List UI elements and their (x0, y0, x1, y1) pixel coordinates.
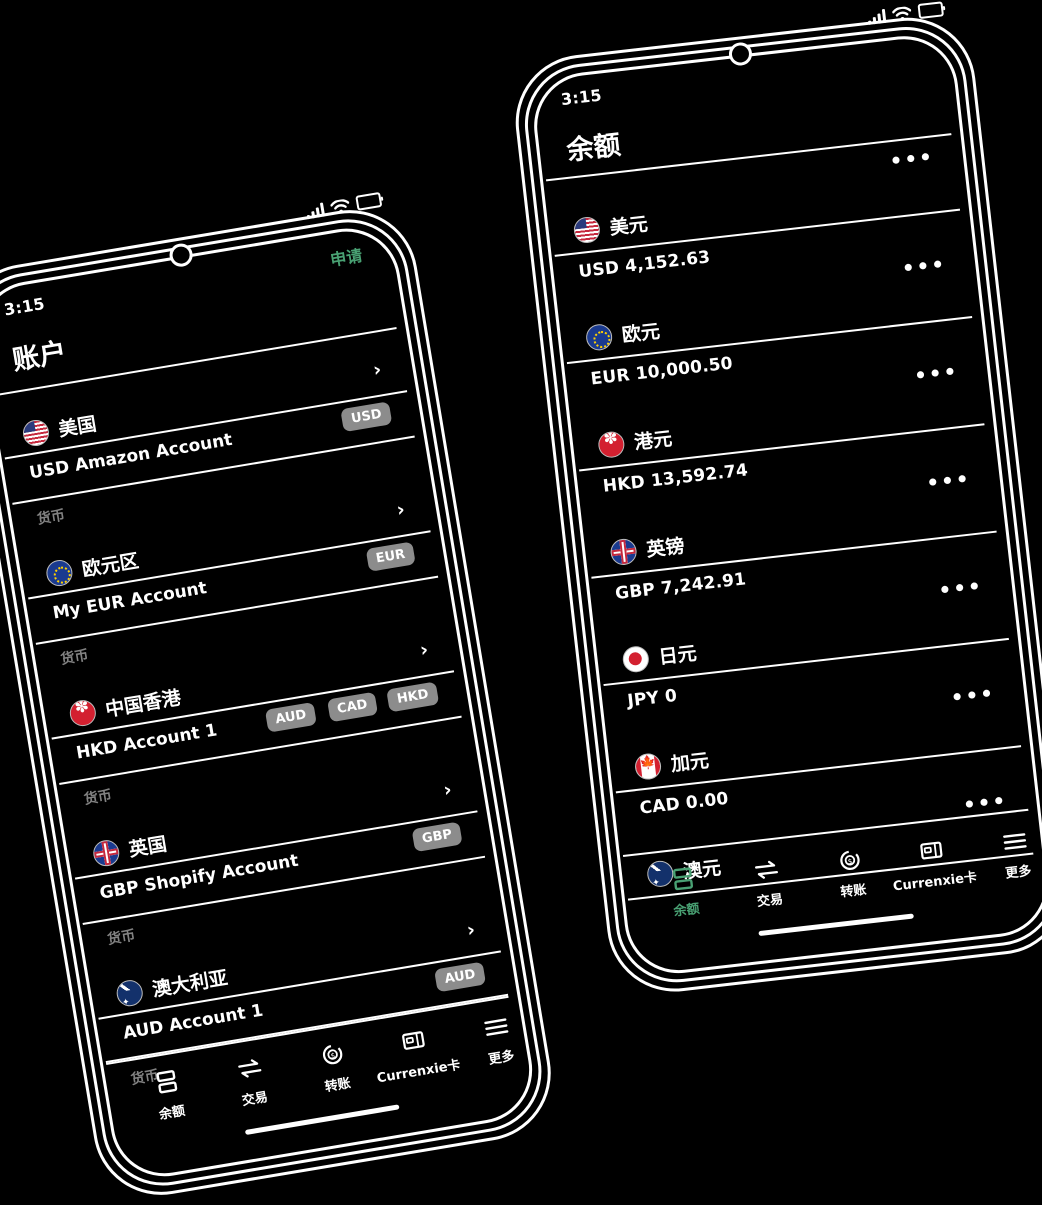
currency-badge: HKD (386, 681, 440, 713)
signal-icon (867, 8, 887, 25)
row-overflow-menu-icon[interactable]: ••• (949, 681, 996, 710)
currency-sub-label: 货币 (36, 507, 67, 528)
chevron-right-icon[interactable]: › (372, 358, 383, 381)
flag-icon-jp (621, 644, 651, 674)
exchange-icon (722, 852, 810, 888)
balance-amount: CAD 0.00 (638, 788, 730, 819)
flag-icon-ca: 🍁 (633, 752, 663, 781)
signal-icon (305, 202, 326, 220)
country-name: 中国香港 (103, 686, 183, 722)
nav-item-label: 余额 (158, 1103, 187, 1123)
battery-icon (355, 191, 383, 211)
chevron-right-icon[interactable]: › (418, 638, 429, 661)
currency-name: 英镑 (645, 535, 686, 562)
nav-item-label: 交易 (756, 892, 784, 911)
row-overflow-menu-icon[interactable]: ••• (913, 359, 960, 388)
currency-name: 日元 (657, 642, 698, 669)
account-name: My EUR Account (51, 578, 209, 624)
balance-icon (639, 862, 727, 898)
country-name: 英国 (127, 833, 169, 862)
chevron-right-icon[interactable]: › (442, 778, 453, 801)
nav-item-label: 交易 (240, 1089, 270, 1110)
nav-item-1[interactable]: 余额 (122, 1062, 215, 1127)
svg-text:$: $ (847, 857, 852, 865)
home-indicator (758, 913, 914, 937)
nav-item-label: 余额 (672, 901, 701, 920)
flag-icon-gb (91, 838, 122, 869)
country-name: 美国 (57, 413, 99, 442)
currency-badge: AUD (433, 961, 487, 993)
currency-badge: EUR (365, 541, 416, 572)
currency-sub-label: 货币 (82, 787, 114, 808)
balance-amount: USD 4,152.63 (577, 247, 712, 283)
row-overflow-menu-icon[interactable]: ••• (888, 144, 935, 173)
phone-accounts: 3:15 申请 账户 美国 › USD Amazon Account USD 货币 欧元区… (0, 191, 562, 1205)
flag-icon-hk (596, 430, 626, 460)
phone-balances: 3:15 余额 ••• 美元 USD 4,152.63 ••• 欧元 EUR 10,000… (508, 1, 1042, 999)
chevron-right-icon[interactable]: › (465, 919, 476, 942)
currency-sub-label: 货币 (106, 927, 137, 949)
country-name: 欧元区 (80, 549, 141, 582)
flag-icon-gb (609, 537, 638, 567)
page-title: 账户 (10, 337, 69, 377)
wifi-icon (892, 6, 912, 21)
row-overflow-menu-icon[interactable]: ••• (925, 466, 972, 495)
currency-badge: USD (340, 401, 393, 433)
row-overflow-menu-icon[interactable]: ••• (937, 574, 984, 603)
clock: 3:15 (2, 293, 47, 320)
nav-item-2[interactable]: 交易 (205, 1049, 298, 1114)
scene: 3:15 余额 ••• 美元 USD 4,152.63 ••• 欧元 EUR 10,000… (0, 0, 1042, 1205)
clock: 3:15 (559, 85, 603, 110)
hamburger-icon (971, 824, 1041, 860)
balance-amount: GBP 7,242.91 (614, 569, 748, 605)
flag-icon-hk (67, 698, 98, 729)
chevron-right-icon[interactable]: › (395, 498, 406, 521)
flag-icon-au (114, 978, 145, 1009)
nav-item-1[interactable]: 余额 (639, 862, 730, 923)
svg-text:$: $ (330, 1052, 336, 1061)
account-name: HKD Account 1 (74, 720, 219, 764)
page-title: 余额 (565, 129, 623, 167)
row-overflow-menu-icon[interactable]: ••• (901, 252, 948, 281)
battery-icon (917, 1, 945, 20)
currency-badge: CAD (326, 691, 379, 723)
flag-icon-us (572, 215, 602, 245)
nav-item-label: Currenxie卡 (892, 870, 978, 895)
apply-button[interactable]: 申请 (328, 242, 364, 271)
flag-icon-eu (44, 558, 75, 589)
balance-amount: JPY 0 (626, 685, 679, 712)
currency-sub-label: 货币 (59, 647, 90, 668)
currency-name: 加元 (669, 749, 711, 776)
currency-name: 欧元 (620, 320, 662, 347)
currency-badge: AUD (264, 701, 317, 733)
currency-badge: GBP (411, 821, 463, 853)
country-name: 澳大利亚 (150, 966, 230, 1002)
nav-item-label: 更多 (1004, 863, 1033, 882)
currency-name: 港元 (633, 427, 674, 454)
currency-name: 美元 (608, 213, 649, 240)
flag-icon-eu (584, 322, 614, 352)
nav-item-2[interactable]: 交易 (722, 852, 813, 913)
nav-item-5[interactable]: 更多 (971, 824, 1041, 885)
flag-icon-us (21, 418, 51, 448)
row-overflow-menu-icon[interactable]: ••• (962, 788, 1009, 817)
